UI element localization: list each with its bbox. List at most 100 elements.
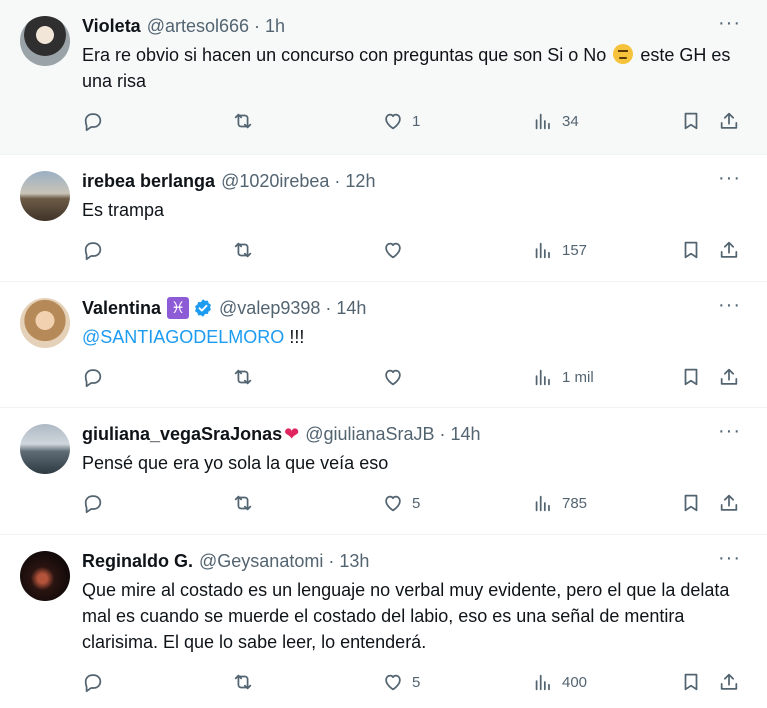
reply-button[interactable] bbox=[82, 366, 104, 388]
share-icon bbox=[720, 494, 738, 511]
separator-dot: · bbox=[325, 297, 332, 318]
retweet-button[interactable] bbox=[232, 671, 254, 693]
bookmark-button[interactable] bbox=[680, 671, 702, 693]
timestamp[interactable]: 14h bbox=[336, 298, 366, 319]
views-button[interactable]: 785 bbox=[532, 492, 587, 514]
reply-button[interactable] bbox=[82, 671, 104, 693]
bookmark-button[interactable] bbox=[680, 366, 702, 388]
reply-icon bbox=[84, 495, 102, 514]
views-icon bbox=[535, 113, 550, 130]
bookmark-icon bbox=[684, 112, 698, 130]
action-bar: 5 400 bbox=[82, 663, 747, 708]
more-icon[interactable]: ··· bbox=[718, 548, 741, 568]
tweet[interactable]: Reginaldo G. @Geysanatomi · 13h Que mire… bbox=[0, 535, 767, 708]
separator-dot: · bbox=[328, 550, 335, 571]
retweet-icon bbox=[234, 113, 252, 129]
avatar[interactable] bbox=[20, 298, 70, 348]
reply-feed: Violeta @artesol666 · 1h Era re obvio si… bbox=[0, 0, 767, 708]
like-button[interactable]: 5 bbox=[382, 671, 420, 693]
reply-icon bbox=[84, 369, 102, 388]
action-bar: 1 34 bbox=[82, 102, 747, 148]
views-icon bbox=[535, 495, 550, 512]
user-handle[interactable]: @1020irebea bbox=[221, 171, 329, 192]
views-icon bbox=[535, 674, 550, 691]
views-button[interactable]: 400 bbox=[532, 671, 587, 693]
timestamp[interactable]: 12h bbox=[345, 171, 375, 192]
retweet-button[interactable] bbox=[232, 239, 254, 261]
more-icon[interactable]: ··· bbox=[718, 295, 741, 315]
avatar[interactable] bbox=[20, 424, 70, 474]
avatar[interactable] bbox=[20, 551, 70, 601]
display-name[interactable]: Violeta bbox=[82, 16, 141, 37]
timestamp[interactable]: 14h bbox=[451, 424, 481, 445]
reply-button[interactable] bbox=[82, 110, 104, 132]
tweet-text-part: Era re obvio si hacen un concurso con pr… bbox=[82, 45, 607, 65]
views-button[interactable]: 34 bbox=[532, 110, 579, 132]
like-button[interactable] bbox=[382, 366, 412, 388]
reply-icon bbox=[84, 113, 102, 132]
tweet-text: Pensé que era yo sola la que veía eso bbox=[82, 453, 389, 473]
avatar[interactable] bbox=[20, 16, 70, 66]
bookmark-button[interactable] bbox=[680, 492, 702, 514]
share-button[interactable] bbox=[718, 110, 740, 132]
timestamp[interactable]: 1h bbox=[265, 16, 285, 37]
red-heart-emoji-icon: ❤ bbox=[284, 423, 300, 444]
tweet[interactable]: Valentina ♓ @valep9398 · 14h @SANTIAGODE… bbox=[0, 282, 767, 408]
mention-link[interactable]: @SANTIAGODELMORO bbox=[82, 327, 284, 347]
bookmark-button[interactable] bbox=[680, 239, 702, 261]
reply-button[interactable] bbox=[82, 492, 104, 514]
verified-badge-icon bbox=[193, 298, 213, 318]
separator-dot: · bbox=[254, 15, 261, 36]
like-count: 1 bbox=[412, 112, 421, 130]
rolling-eyes-emoji-icon bbox=[613, 44, 634, 64]
more-icon[interactable]: ··· bbox=[718, 13, 741, 33]
reply-icon bbox=[84, 242, 102, 261]
share-button[interactable] bbox=[718, 492, 740, 514]
avatar[interactable] bbox=[20, 171, 70, 221]
retweet-button[interactable] bbox=[232, 366, 254, 388]
tweet[interactable]: irebea berlanga @1020irebea · 12h Es tra… bbox=[0, 155, 767, 282]
more-icon[interactable]: ··· bbox=[718, 421, 741, 441]
display-name[interactable]: Valentina bbox=[82, 298, 161, 319]
retweet-button[interactable] bbox=[232, 492, 254, 514]
retweet-button[interactable] bbox=[232, 110, 254, 132]
timestamp[interactable]: 13h bbox=[339, 551, 369, 572]
like-button[interactable]: 1 bbox=[382, 110, 420, 132]
user-handle[interactable]: @giulianaSraJB bbox=[305, 424, 434, 445]
bookmark-icon bbox=[684, 494, 698, 512]
like-button[interactable] bbox=[382, 239, 412, 261]
share-button[interactable] bbox=[718, 671, 740, 693]
display-name[interactable]: irebea berlanga bbox=[82, 171, 215, 192]
display-name[interactable]: giuliana_vegaSraJonas bbox=[82, 424, 282, 445]
tweet-text: Era re obvio si hacen un concurso con pr… bbox=[82, 42, 747, 94]
display-name[interactable]: Reginaldo G. bbox=[82, 551, 193, 572]
like-button[interactable]: 5 bbox=[382, 492, 420, 514]
views-count: 157 bbox=[562, 241, 588, 259]
like-icon bbox=[385, 113, 401, 130]
share-button[interactable] bbox=[718, 239, 740, 261]
separator-dot: · bbox=[334, 170, 341, 191]
views-button[interactable]: 157 bbox=[532, 239, 587, 261]
reply-button[interactable] bbox=[82, 239, 104, 261]
user-handle[interactable]: @valep9398 bbox=[219, 298, 320, 319]
like-icon bbox=[385, 495, 401, 512]
tweet[interactable]: giuliana_vegaSraJonas ❤ @giulianaSraJB ·… bbox=[0, 408, 767, 535]
views-icon bbox=[535, 242, 550, 259]
bookmark-button[interactable] bbox=[680, 110, 702, 132]
views-count: 34 bbox=[562, 112, 579, 130]
user-handle[interactable]: @Geysanatomi bbox=[199, 551, 323, 572]
tweet[interactable]: Violeta @artesol666 · 1h Era re obvio si… bbox=[0, 0, 767, 155]
views-button[interactable]: 1 mil bbox=[532, 366, 594, 388]
share-icon bbox=[720, 368, 738, 385]
share-icon bbox=[720, 673, 738, 690]
more-icon[interactable]: ··· bbox=[718, 168, 741, 188]
share-icon bbox=[720, 112, 738, 129]
action-bar: 1 mil bbox=[82, 358, 747, 404]
share-button[interactable] bbox=[718, 366, 740, 388]
user-handle[interactable]: @artesol666 bbox=[147, 16, 249, 37]
like-icon bbox=[385, 674, 401, 691]
retweet-icon bbox=[234, 369, 252, 385]
views-icon bbox=[535, 369, 550, 386]
action-bar: 5 785 bbox=[82, 484, 747, 530]
retweet-icon bbox=[234, 674, 252, 690]
